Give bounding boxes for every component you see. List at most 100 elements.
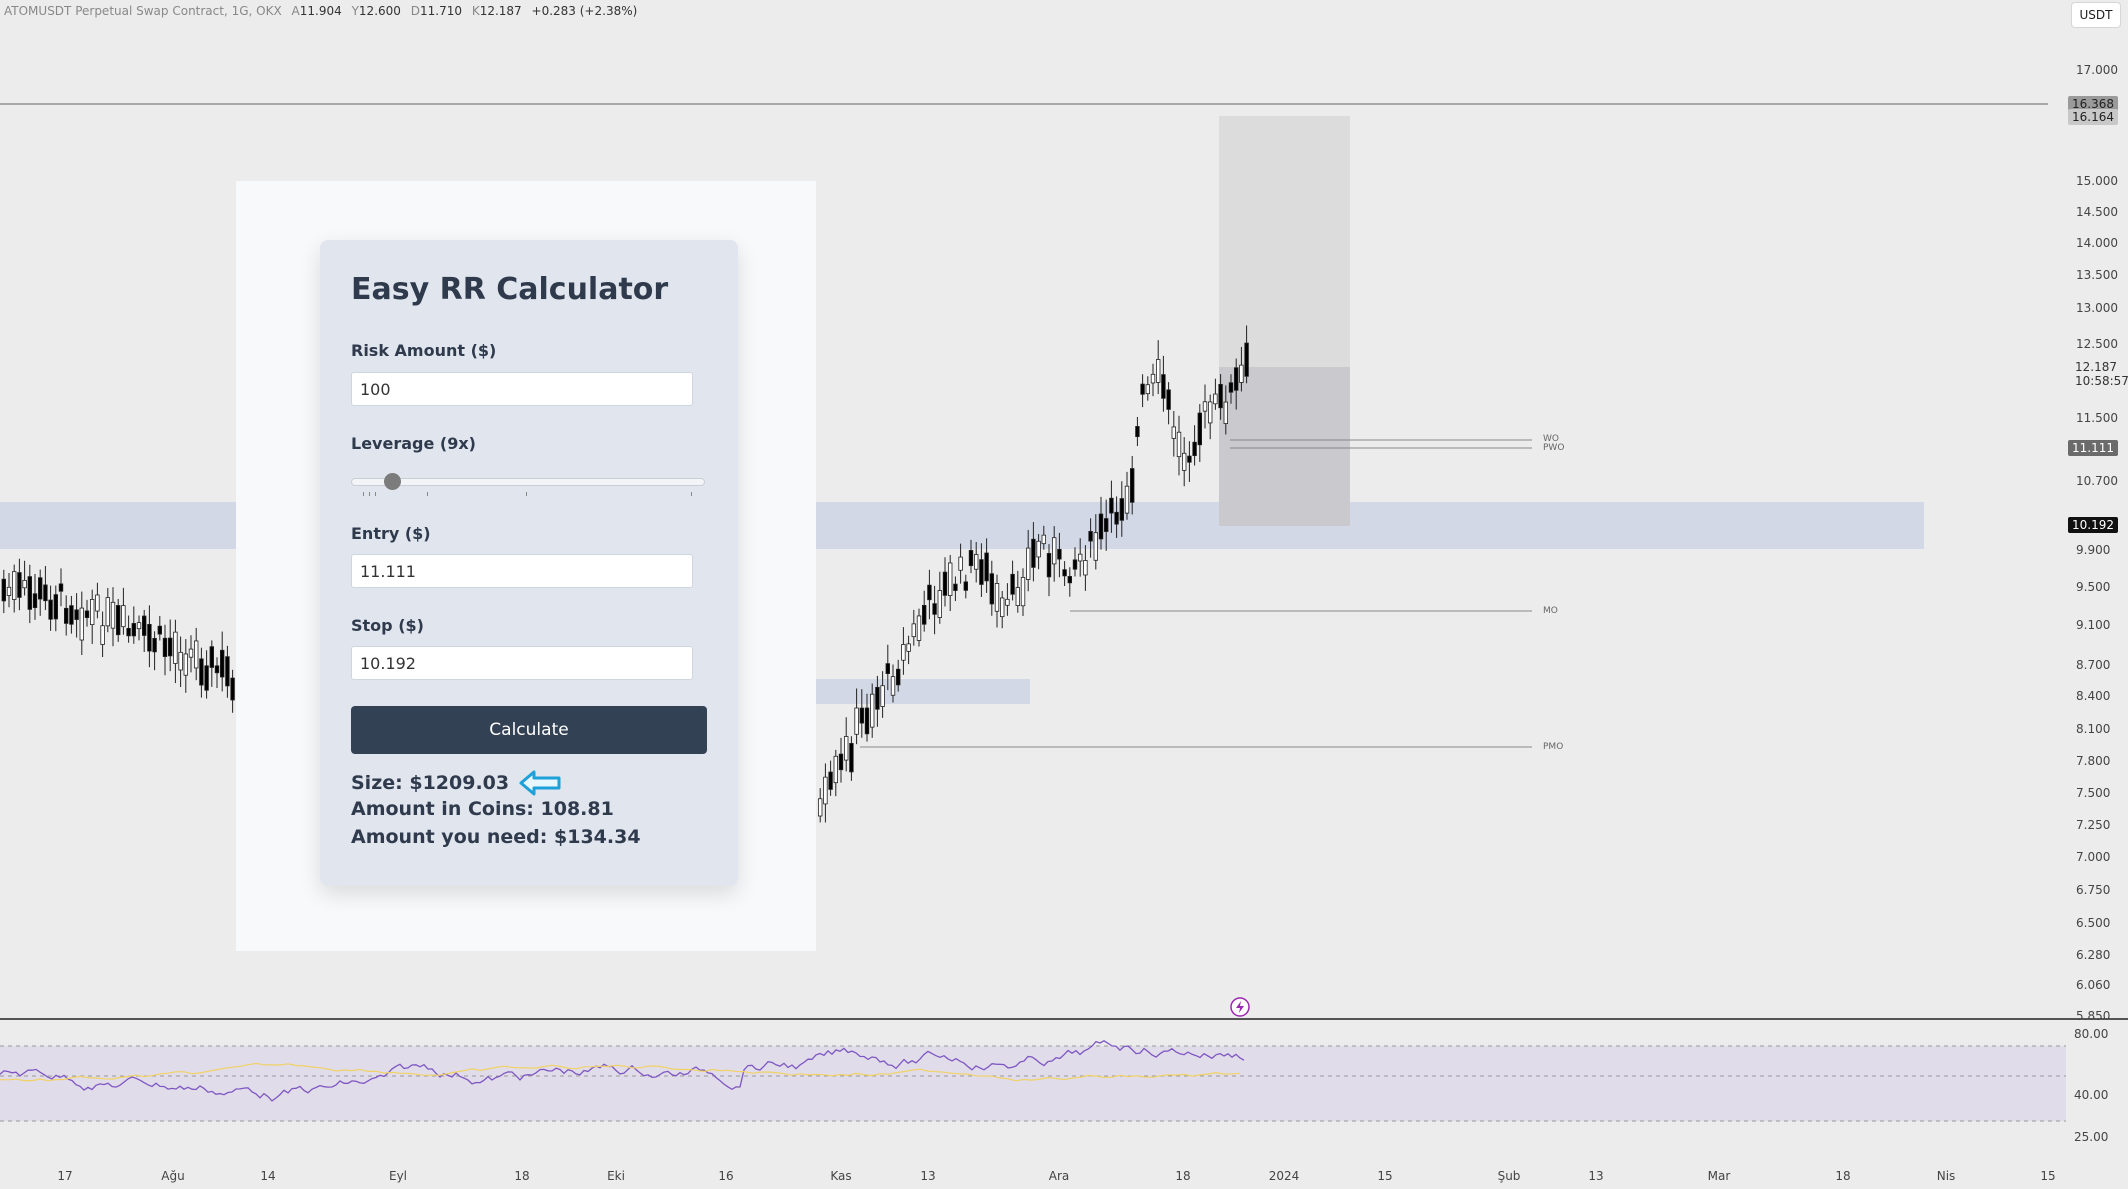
- candle-body: [958, 556, 963, 571]
- amount-needed-result: Amount you need: $134.34: [351, 826, 641, 848]
- price-tick: 15.000: [2076, 174, 2118, 188]
- candle-body: [22, 579, 27, 589]
- price-scale[interactable]: 17.000 15.000 14.500 14.000 13.500 13.00…: [2048, 0, 2128, 1189]
- leverage-label: Leverage (9x): [351, 434, 476, 453]
- lightning-icon[interactable]: [1230, 997, 1250, 1017]
- candle-body: [95, 594, 100, 612]
- price-tick: 6.750: [2076, 883, 2111, 897]
- candle-body: [1109, 497, 1114, 514]
- arrow-left-icon: [519, 770, 561, 796]
- price-tick: 9.100: [2076, 618, 2111, 632]
- leverage-slider-track[interactable]: [351, 478, 705, 486]
- time-tick: 18: [514, 1169, 530, 1183]
- low-value: 11.710: [420, 4, 462, 18]
- candle-body: [84, 610, 90, 618]
- current-price-label: 12.187: [2075, 360, 2117, 374]
- candle-body: [69, 605, 74, 625]
- stop-input[interactable]: [351, 646, 693, 680]
- candle-body: [979, 559, 984, 585]
- candle-body: [219, 649, 225, 678]
- candle-body: [1124, 485, 1130, 514]
- candle-body: [1166, 389, 1171, 410]
- coins-result: Amount in Coins: 108.81: [351, 798, 614, 820]
- candle-body: [1176, 431, 1182, 458]
- candle-body: [1223, 401, 1228, 424]
- candle-body: [157, 625, 162, 635]
- time-tick: Şub: [1497, 1169, 1521, 1183]
- candle-body: [209, 646, 214, 668]
- price-tick: 7.250: [2076, 818, 2111, 832]
- candle-body: [1088, 531, 1093, 542]
- candle-body: [152, 637, 157, 653]
- candle-body: [136, 622, 142, 630]
- price-tick: 13.000: [2076, 301, 2118, 315]
- leverage-slider-thumb[interactable]: [384, 473, 401, 490]
- candle-body: [1218, 383, 1223, 409]
- candle-body: [870, 693, 875, 728]
- entry-price-badge: 11.111: [2068, 440, 2118, 456]
- candle-body: [1093, 532, 1098, 561]
- candle-body: [1057, 548, 1062, 560]
- candle-body: [1234, 367, 1239, 391]
- symbol-name[interactable]: ATOMUSDT Perpetual Swap Contract, 1G, OK…: [4, 4, 282, 18]
- price-tick: 9.500: [2076, 580, 2111, 594]
- candle-body: [963, 581, 968, 591]
- time-tick: 17: [57, 1169, 73, 1183]
- price-tick: 12.500: [2076, 337, 2118, 351]
- price-badge-top2: 16.164: [2068, 109, 2118, 125]
- candle-body: [823, 776, 828, 805]
- stop-price-badge: 10.192: [2068, 517, 2118, 533]
- candle-body: [131, 623, 136, 637]
- candle-body: [1156, 359, 1161, 383]
- candle-body: [1213, 393, 1218, 405]
- price-tick: 10.700: [2076, 474, 2118, 488]
- price-tick: 7.500: [2076, 786, 2111, 800]
- chart-stage[interactable]: ATOMUSDT Perpetual Swap Contract, 1G, OK…: [0, 0, 2128, 1189]
- candle-body: [896, 668, 901, 686]
- risk-amount-input[interactable]: [351, 372, 693, 406]
- candle-body: [162, 637, 168, 657]
- candle-countdown: 10:58:57: [2075, 374, 2128, 388]
- time-tick: 18: [1835, 1169, 1851, 1183]
- candle-body: [927, 584, 932, 601]
- candle-body: [838, 753, 844, 771]
- price-tick: 7.000: [2076, 850, 2111, 864]
- candle-body: [48, 599, 53, 620]
- candle-body: [1130, 468, 1135, 503]
- close-label: K: [471, 4, 480, 18]
- candle-body: [1020, 576, 1026, 607]
- candle-body: [199, 658, 204, 686]
- candle-body: [58, 583, 64, 592]
- ohlc-legend: ATOMUSDT Perpetual Swap Contract, 1G, OK…: [4, 4, 637, 18]
- price-tick: 8.700: [2076, 658, 2111, 672]
- candle-body: [854, 707, 859, 735]
- time-tick: Nis: [1936, 1169, 1956, 1183]
- candle-body: [105, 597, 110, 627]
- candle-body: [1062, 569, 1067, 577]
- time-tick: 15: [1377, 1169, 1393, 1183]
- candle-body: [994, 583, 1000, 612]
- stop-label: Stop ($): [351, 616, 424, 635]
- candle-body: [32, 593, 38, 609]
- calculate-button[interactable]: Calculate: [351, 706, 707, 754]
- price-tick: 17.000: [2076, 63, 2118, 77]
- candle-body: [948, 562, 953, 596]
- candle-body: [100, 625, 105, 645]
- entry-input[interactable]: [351, 554, 693, 588]
- calculator-card: Easy RR Calculator Risk Amount ($) Lever…: [320, 240, 738, 886]
- price-tick: 9.900: [2076, 543, 2111, 557]
- rsi-tick: 80.00: [2074, 1027, 2109, 1041]
- candle-body: [833, 755, 838, 784]
- candle-body: [1005, 598, 1010, 606]
- candle-body: [1135, 426, 1140, 438]
- candle-body: [1104, 518, 1109, 532]
- candle-body: [225, 656, 230, 687]
- price-tick: 6.060: [2076, 978, 2111, 992]
- candle-body: [173, 631, 178, 664]
- size-result: Size: $1209.03: [351, 772, 510, 794]
- time-tick: 13: [1588, 1169, 1604, 1183]
- demand-zone: [816, 679, 1030, 704]
- candle-body: [828, 771, 833, 790]
- candle-body: [916, 615, 922, 641]
- candle-body: [885, 663, 890, 674]
